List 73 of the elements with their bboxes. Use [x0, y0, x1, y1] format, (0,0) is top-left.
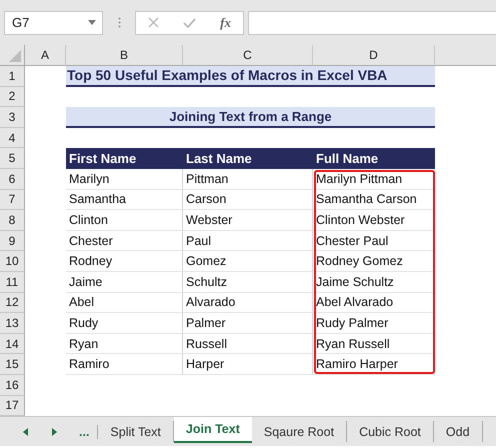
table-cell: Chester Paul [313, 230, 435, 252]
column-header[interactable]: D [313, 45, 435, 66]
row-header[interactable]: 7 [0, 190, 25, 210]
formula-input-field[interactable] [248, 10, 496, 34]
table-cell: Gomez [183, 251, 313, 272]
table-cell: Pittman [183, 168, 313, 190]
sheet-tab[interactable]: Join Text [174, 417, 252, 443]
table-cell: Webster [183, 210, 313, 231]
row-header[interactable]: 1 [0, 66, 25, 87]
table-header-cell: First Name [66, 148, 183, 169]
section-heading: Joining Text from a Range [66, 107, 435, 128]
column-header[interactable]: A [25, 45, 66, 66]
table-cell: Ryan Russell [313, 334, 435, 354]
row-header[interactable]: 8 [0, 210, 25, 231]
table-cell: Carson [183, 190, 313, 210]
table-header-cell: Last Name [183, 148, 313, 169]
select-all-icon[interactable] [9, 50, 21, 62]
row-header[interactable]: 10 [0, 251, 25, 272]
table-cell: Alvarado [183, 292, 313, 314]
column-header[interactable]: C [183, 45, 313, 66]
row-header[interactable]: 3 [0, 107, 25, 128]
column-header[interactable] [435, 45, 496, 66]
table-cell: Ramiro Harper [313, 354, 435, 375]
table-cell: Samantha Carson [313, 190, 435, 210]
row-header[interactable]: 15 [0, 354, 25, 375]
insert-function-button[interactable]: fx [220, 14, 231, 30]
grip-icon [118, 17, 121, 28]
table-cell: Paul [183, 230, 313, 252]
table-cell: Chester [66, 230, 183, 252]
sheet-tab[interactable]: Sqaure Root [252, 421, 348, 442]
table-cell: Jaime [66, 272, 183, 293]
table-cell: Clinton [66, 210, 183, 231]
column-header[interactable]: B [66, 45, 183, 66]
select-all-button[interactable] [0, 45, 25, 66]
table-cell: Abel Alvarado [313, 292, 435, 314]
table-cell: Samantha [66, 190, 183, 210]
table-cell: Schultz [183, 272, 313, 293]
table-cell: Marilyn [66, 168, 183, 190]
sheet-tab[interactable]: Odd [434, 421, 483, 442]
row-header[interactable]: 2 [0, 86, 25, 108]
table-cell: Palmer [183, 313, 313, 334]
more-sheets-button[interactable]: ... [79, 424, 98, 438]
dropdown-caret-icon [88, 20, 96, 25]
row-header[interactable]: 17 [0, 396, 25, 416]
table-cell: Jaime Schultz [313, 272, 435, 293]
row-header[interactable]: 12 [0, 292, 25, 314]
table-cell: Russell [183, 334, 313, 354]
table-cell: Ryan [66, 334, 183, 354]
table-cell: Rodney [66, 251, 183, 272]
table-header-cell: Full Name [313, 148, 435, 169]
table-cell: Ramiro [66, 354, 183, 375]
table-cell: Rudy [66, 313, 183, 334]
row-header[interactable]: 4 [0, 128, 25, 148]
row-header[interactable]: 13 [0, 313, 25, 334]
row-header[interactable]: 9 [0, 230, 25, 252]
row-header[interactable]: 16 [0, 374, 25, 396]
row-header[interactable]: 11 [0, 272, 25, 293]
table-cell: Marilyn Pittman [313, 168, 435, 190]
name-box[interactable]: G7 [4, 10, 103, 34]
row-header[interactable]: 14 [0, 334, 25, 354]
row-header[interactable]: 6 [0, 168, 25, 190]
table-cell: Rudy Palmer [313, 313, 435, 334]
table-cell: Clinton Webster [313, 210, 435, 231]
sheet-tab[interactable]: Cubic Root [347, 421, 434, 442]
table-cell: Abel [66, 292, 183, 314]
previous-sheet-icon[interactable] [23, 428, 28, 436]
cancel-icon[interactable] [148, 17, 160, 28]
table-cell: Harper [183, 354, 313, 375]
table-cell: Rodney Gomez [313, 251, 435, 272]
next-sheet-icon[interactable] [52, 428, 57, 436]
sheet-title: Top 50 Useful Examples of Macros in Excel VBA [66, 66, 435, 87]
row-header[interactable]: 5 [0, 148, 25, 169]
checkmark-icon[interactable] [183, 18, 196, 28]
